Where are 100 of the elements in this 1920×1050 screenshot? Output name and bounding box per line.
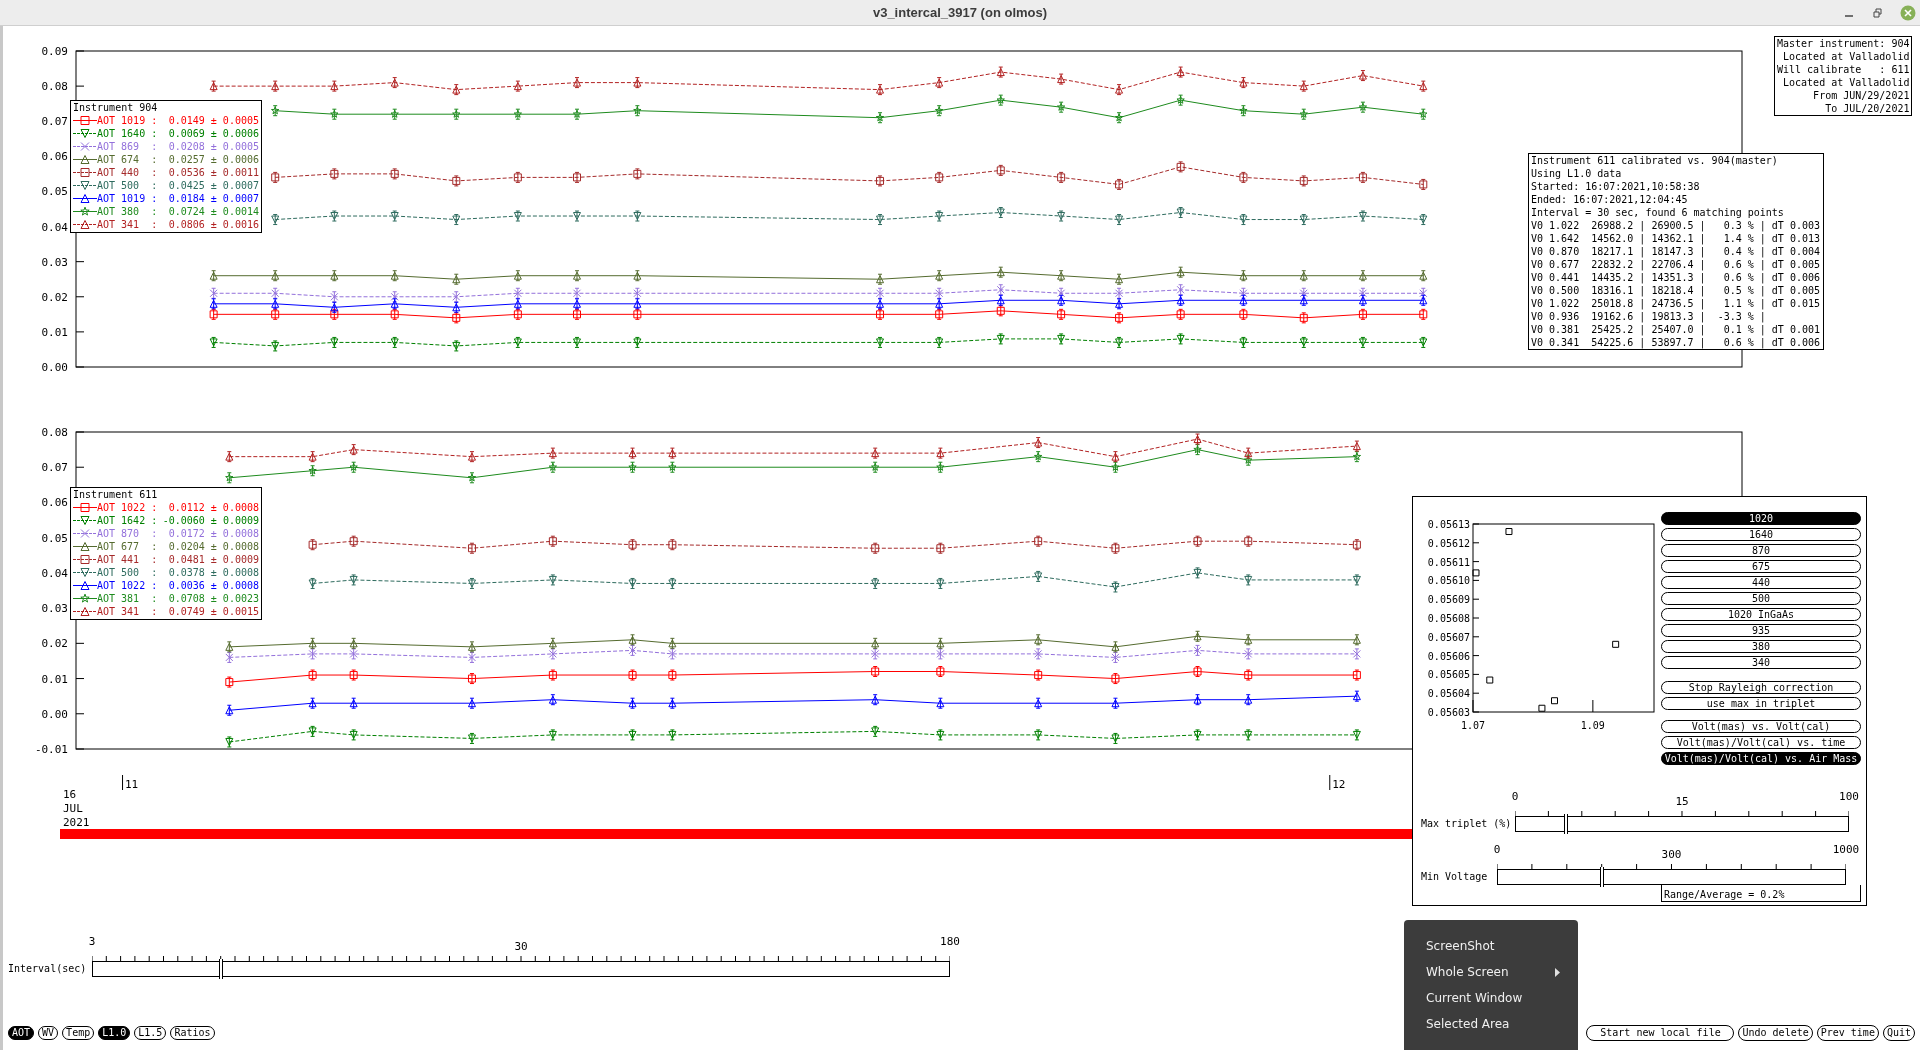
axis-tick-label: 0.05603 — [1427, 707, 1470, 718]
legend-title: Instrument 611 — [73, 488, 159, 501]
axis-tick-label: 0.00 — [41, 707, 68, 721]
info-line: V0 0.870 18217.1 | 18147.3 | 0.4 % | dT 0.004 — [1531, 245, 1821, 258]
legend-label: AOT 1642 : — [97, 514, 158, 527]
legend-label: AOT 441 : — [97, 553, 158, 566]
axis-tick-label: 0.05604 — [1427, 688, 1470, 700]
axis-tick-label: 0.05606 — [1427, 650, 1470, 662]
legend-label: AOT 1640 : — [97, 127, 158, 140]
legend-label: AOT 381 : — [97, 592, 158, 605]
scale-label: 180 — [940, 936, 960, 947]
legend-label: AOT 674 : — [97, 153, 158, 166]
panel-button[interactable]: 1640 — [1661, 528, 1861, 541]
axis-tick-label: 1.07 — [1460, 720, 1486, 731]
legend-value: 0.0112 ± 0.0008 — [168, 501, 259, 514]
legend-label: AOT 870 : — [97, 527, 158, 540]
date-label: JUL — [63, 802, 83, 815]
axis-tick-label: 0.04 — [41, 220, 68, 234]
panel-button[interactable]: Volt(mas)/Volt(cal) vs. time — [1661, 736, 1861, 749]
legend-label: AOT 500 : — [97, 179, 158, 192]
toggle-button[interactable]: WV — [38, 1026, 59, 1040]
info-line: From JUN/29/2021 — [1812, 89, 1910, 102]
panel-button[interactable]: 340 — [1661, 656, 1861, 669]
axis-tick-label: 0.03 — [41, 255, 68, 269]
legend-label: AOT 440 : — [97, 166, 158, 179]
axis-tick-label: 0.05613 — [1427, 519, 1470, 530]
axis-tick-label: 0.04 — [41, 566, 68, 580]
axis-tick-label: 0.01 — [41, 325, 68, 339]
action-button[interactable]: Prev time — [1816, 1025, 1879, 1041]
panel-button[interactable]: 870 — [1661, 544, 1861, 557]
legend-label: AOT 341 : — [97, 218, 158, 231]
info-line: Instrument 611 calibrated vs. 904(master) — [1531, 154, 1779, 167]
toggle-button[interactable]: L1.5 — [134, 1026, 167, 1040]
axis-tick-label: 1.09 — [1580, 720, 1605, 731]
axis-tick-label: 0.02 — [41, 637, 68, 651]
panel-button[interactable]: 1020 InGaAs — [1661, 608, 1861, 621]
legend-value: 0.0208 ± 0.0005 — [168, 140, 259, 153]
legend-value: 0.0724 ± 0.0014 — [168, 205, 259, 218]
toggle-button[interactable]: Ratios — [170, 1026, 215, 1040]
axis-tick-label: 11 — [124, 778, 139, 791]
legend-label: AOT 1019 : — [97, 114, 158, 127]
axis-tick-label: 0.03 — [41, 602, 68, 616]
legend-value: -0.0060 ± 0.0009 — [162, 514, 259, 527]
info-line: Ended: 16:07:2021,12:04:45 — [1531, 193, 1689, 206]
panel-button[interactable]: Stop Rayleigh correction — [1661, 681, 1861, 694]
panel-button[interactable]: 935 — [1661, 624, 1861, 637]
axis-tick-label: 12 — [1332, 778, 1346, 791]
action-button[interactable]: Start new local file — [1586, 1025, 1735, 1041]
summary-text: Range/Average = 0.2% — [1664, 888, 1785, 901]
legend-title: Instrument 904 — [73, 101, 159, 114]
legend-label: AOT 677 : — [97, 540, 158, 553]
legend-label: AOT 869 : — [97, 140, 158, 153]
panel-button[interactable]: Volt(mas)/Volt(cal) vs. Air Mass — [1661, 752, 1861, 765]
panel-button[interactable]: Volt(mas) vs. Volt(cal) — [1661, 720, 1861, 733]
info-line: V0 0.341 54225.6 | 53897.7 | 0.6 % | dT 0.006 — [1531, 336, 1821, 349]
info-line: To JUL/20/2021 — [1824, 102, 1910, 115]
legend-label: AOT 380 : — [97, 205, 158, 218]
legend-label: AOT 500 : — [97, 566, 158, 579]
legend-value: 0.0425 ± 0.0007 — [168, 179, 259, 192]
menu-item[interactable]: Current Window — [1404, 985, 1578, 1011]
scale-label: 0 — [1493, 844, 1501, 855]
legend-label: AOT 1019 : — [97, 192, 158, 205]
axis-tick-label: 0.05612 — [1427, 537, 1470, 549]
legend-value: 0.0378 ± 0.0008 — [168, 566, 259, 579]
info-line: Started: 16:07:2021,10:58:38 — [1531, 180, 1701, 193]
menu-item[interactable]: ScreenShot — [1404, 933, 1578, 959]
info-line: Interval = 30 sec, found 6 matching points — [1531, 206, 1785, 219]
panel-button[interactable]: 440 — [1661, 576, 1861, 589]
date-label: 16 — [63, 788, 77, 801]
axis-tick-label: 0.09 — [41, 45, 68, 58]
info-line: V0 0.381 25425.2 | 25407.0 | 0.1 % | dT 0.001 — [1531, 323, 1821, 336]
action-button[interactable]: Undo delete — [1738, 1025, 1813, 1041]
panel-button[interactable]: 380 — [1661, 640, 1861, 653]
axis-tick-label: 0.06 — [41, 496, 68, 510]
axis-tick-label: 0.05609 — [1427, 594, 1470, 606]
info-line: V0 0.677 22832.2 | 22706.4 | 0.6 % | dT 0.005 — [1531, 258, 1821, 271]
info-line: V0 1.022 26988.2 | 26900.5 | 0.3 % | dT 0.003 — [1531, 219, 1821, 232]
menu-item[interactable]: Selected Area — [1404, 1011, 1578, 1037]
window-title: v3_intercal_3917 (on olmos) — [872, 3, 1048, 22]
toggle-button[interactable]: L1.0 — [98, 1026, 131, 1040]
toggle-button[interactable]: AOT — [8, 1026, 35, 1040]
slider-label: Interval(sec) — [8, 964, 88, 974]
scale-label: 15 — [1675, 796, 1689, 807]
axis-tick-label: 0.05607 — [1427, 631, 1470, 643]
menu-item[interactable]: Whole Screen — [1404, 959, 1578, 985]
axis-tick-label: 0.00 — [41, 361, 68, 374]
axis-tick-label: 0.02 — [41, 290, 68, 304]
slider-label: Min Voltage — [1421, 872, 1489, 882]
toggle-button[interactable]: Temp — [62, 1026, 95, 1040]
legend-value: 0.0257 ± 0.0006 — [168, 153, 259, 166]
axis-tick-label: 0.07 — [41, 461, 68, 475]
scale-label: 300 — [1661, 849, 1682, 860]
panel-button[interactable]: 675 — [1661, 560, 1861, 573]
info-line: V0 0.441 14435.2 | 14351.3 | 0.6 % | dT 0.006 — [1531, 271, 1821, 284]
panel-button[interactable]: use max in triplet — [1661, 697, 1861, 710]
axis-tick-label: 0.08 — [41, 80, 68, 94]
panel-button[interactable]: 1020 — [1661, 512, 1861, 525]
panel-button[interactable]: 500 — [1661, 592, 1861, 605]
action-button[interactable]: Quit — [1882, 1025, 1915, 1041]
scale-label: 0 — [1511, 791, 1519, 802]
